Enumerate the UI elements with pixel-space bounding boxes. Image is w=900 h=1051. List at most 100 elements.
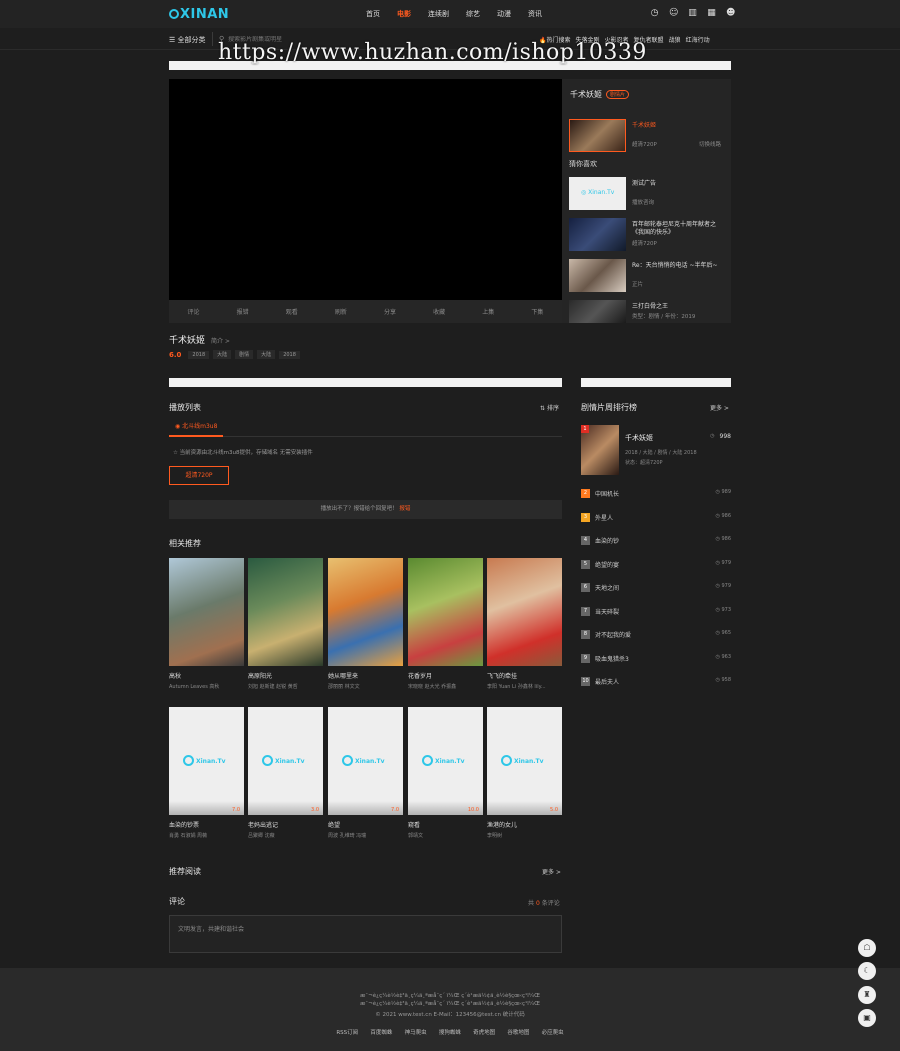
movie-card[interactable]: Xinan.Tv 10.0 窥看 郭靖文: [408, 707, 483, 839]
shirt-icon[interactable]: ♜: [858, 986, 876, 1004]
poster: [408, 558, 483, 666]
xinan-logo-icon: Xinan.Tv: [422, 755, 465, 766]
prev-episode-button[interactable]: 上集: [482, 307, 494, 316]
side-list-item[interactable]: 三打白骨之王 类型：剧情 / 年份：2019: [569, 300, 729, 323]
refresh-button[interactable]: 刷新: [335, 307, 347, 316]
meta-tag[interactable]: 2018: [188, 350, 210, 359]
footer-link[interactable]: 谷歌地图: [507, 1030, 529, 1036]
poster: Xinan.Tv 3.0: [248, 707, 323, 815]
nav-series[interactable]: 连续剧: [428, 9, 449, 19]
hot-count: ◷ 965: [715, 630, 732, 636]
moon-icon[interactable]: ☾: [858, 962, 876, 980]
ranking-row[interactable]: 9 吸血鬼猎杀3 ◷ 963: [581, 653, 731, 663]
episode-button[interactable]: 超清720P: [169, 466, 229, 485]
rank-number: 3: [581, 512, 590, 522]
footer-links: RSS订阅 百度蜘蛛 神马爬虫 搜狗蜘蛛 奇虎地图 谷歌地图 必应爬虫: [0, 1028, 900, 1036]
footer-link[interactable]: 必应爬虫: [542, 1030, 564, 1036]
top-icon[interactable]: ▣: [858, 1009, 876, 1027]
comment-count: 共 0 条评论: [528, 900, 560, 907]
footer-link[interactable]: 搜狗蜘蛛: [439, 1030, 461, 1036]
ranking-row[interactable]: 6 天地之间 ◷ 979: [581, 582, 731, 592]
current-playing-item[interactable]: 千术妖姬 超清720P 切换线路: [569, 119, 729, 153]
comment-button[interactable]: 评论: [188, 307, 200, 316]
video-player[interactable]: [169, 79, 562, 300]
thumbnail: ◎ Xinan.Tv: [569, 177, 626, 210]
ranking-title: 剧情片周排行榜: [581, 403, 637, 412]
hot-term[interactable]: 红海行动: [686, 35, 710, 44]
movie-card[interactable]: Xinan.Tv 7.0 绝望 周波 孔维琦 冯瑞: [328, 707, 403, 839]
source-tab[interactable]: ◉ 北斗线m3u8: [169, 420, 224, 437]
chat-icon[interactable]: ☺: [669, 9, 678, 18]
watch-button[interactable]: 观看: [286, 307, 298, 316]
ranking-row[interactable]: 10 最后夫人 ◷ 958: [581, 676, 731, 686]
footer-link[interactable]: 奇虎地图: [473, 1030, 495, 1036]
movie-card[interactable]: 高原阳光 刘旭 赵新建 赵锐 黄哲: [248, 558, 323, 690]
clock-icon[interactable]: ◷: [650, 9, 659, 18]
all-categories-button[interactable]: ☰ 全部分类: [169, 35, 206, 45]
next-episode-button[interactable]: 下集: [531, 307, 543, 316]
movie-card[interactable]: Xinan.Tv 7.0 血染的钞票 肖勇 石淑娟 周薇: [169, 707, 244, 839]
movie-card[interactable]: 她从哪里来 邵丽丽 林文文: [328, 558, 403, 690]
rank-title: 吸血鬼猎杀3: [595, 655, 629, 663]
ranking-row[interactable]: 7 当天碎裂 ◷ 973: [581, 606, 731, 616]
rank-title: 天地之间: [595, 585, 620, 592]
sort-button[interactable]: ⇅ 排序: [540, 403, 559, 412]
movie-card[interactable]: Xinan.Tv 5.0 渔港的女儿 李明树: [487, 707, 562, 839]
rank-number: 2: [581, 489, 590, 498]
rank-number: 8: [581, 630, 590, 639]
poster: [248, 558, 323, 666]
rank-title: 绝望的宴: [595, 561, 620, 569]
ranking-top-item[interactable]: 1 千术妖姬 2018 / 大陆 / 剧情 / 大陆 2018 状态：超清720…: [581, 425, 731, 475]
movie-card[interactable]: Xinan.Tv 3.0 老妈出逃记 吕聚卿 沈薇: [248, 707, 323, 839]
nav-home[interactable]: 首页: [366, 9, 380, 19]
ranking-more-link[interactable]: 更多 >: [710, 403, 729, 412]
user-icon[interactable]: ☻: [726, 9, 735, 18]
nav-anime[interactable]: 动漫: [497, 9, 511, 19]
ad-banner-side[interactable]: [581, 378, 731, 387]
comment-input[interactable]: 文明发言，共建和谐社会: [169, 915, 562, 953]
nav-news[interactable]: 资讯: [528, 9, 542, 19]
grid-icon[interactable]: ▦: [707, 9, 716, 18]
footer-link[interactable]: 百度蜘蛛: [370, 1030, 392, 1036]
ranking-row[interactable]: 4 血染的钞 ◷ 986: [581, 535, 731, 545]
movie-card[interactable]: 花香岁月 宋晓晓 赵大光 乔振鑫: [408, 558, 483, 690]
movie-card[interactable]: 飞飞的牵挂 李阳 Yuan Li 孙鑫林 lily...: [487, 558, 562, 690]
rank-title: 对不起我的爱: [595, 632, 632, 639]
movie-score: 6.0: [169, 350, 182, 359]
thumbnail: [569, 218, 626, 251]
meta-tag[interactable]: 大陆: [213, 350, 232, 359]
intro-link[interactable]: 简介 >: [211, 338, 230, 345]
nav-variety[interactable]: 综艺: [466, 9, 480, 19]
comments-title: 评论: [169, 897, 185, 906]
share-button[interactable]: 分享: [384, 307, 396, 316]
footer-link[interactable]: RSS订阅: [336, 1030, 358, 1036]
chart-icon[interactable]: ▥: [688, 9, 697, 18]
side-list-item[interactable]: ◎ Xinan.Tv 测试广告 播放咨询: [569, 177, 729, 211]
ad-banner-mid[interactable]: [169, 378, 562, 387]
hot-term[interactable]: 战狼: [669, 35, 681, 44]
nav-movie[interactable]: 电影: [397, 9, 411, 19]
side-list-item[interactable]: Re：天台悄悄的电话 ~半年后~ 正片: [569, 259, 729, 293]
ranking-row[interactable]: 5 绝望的宴 ◷ 979: [581, 559, 731, 569]
ranking-row[interactable]: 2 中国机长 ◷ 989: [581, 488, 731, 498]
report-link[interactable]: 报错: [399, 506, 410, 512]
xinan-logo-icon: Xinan.Tv: [342, 755, 385, 766]
site-logo[interactable]: XINAN: [169, 7, 229, 22]
meta-tag[interactable]: 大陆: [257, 350, 276, 359]
meta-tag[interactable]: 剧情: [235, 350, 254, 359]
ranking-row[interactable]: 3 外星人 ◷ 986: [581, 512, 731, 522]
hot-count: ◷ 986: [715, 512, 732, 519]
recommend-more-link[interactable]: 更多 >: [542, 867, 561, 876]
report-button[interactable]: 报错: [237, 307, 249, 316]
ranking-row[interactable]: 8 对不起我的爱 ◷ 965: [581, 629, 731, 639]
meta-tag[interactable]: 2018: [279, 350, 300, 359]
rank-number: 10: [581, 677, 590, 686]
footer-link[interactable]: 神马爬虫: [405, 1030, 427, 1036]
side-list-item[interactable]: 百年邮轮泰坦尼克十周年献者之《我国的快乐》 超清720P: [569, 218, 729, 252]
qq-icon[interactable]: ☖: [858, 939, 876, 957]
movie-card[interactable]: 高秋 Autumn Leaves 高秋: [169, 558, 244, 690]
favorite-button[interactable]: 收藏: [433, 307, 445, 316]
xinan-logo-icon: Xinan.Tv: [262, 755, 305, 766]
movie-meta: 6.0 2018 大陆 剧情 大陆 2018: [169, 350, 300, 359]
switch-line-button[interactable]: 切换线路: [699, 140, 721, 148]
